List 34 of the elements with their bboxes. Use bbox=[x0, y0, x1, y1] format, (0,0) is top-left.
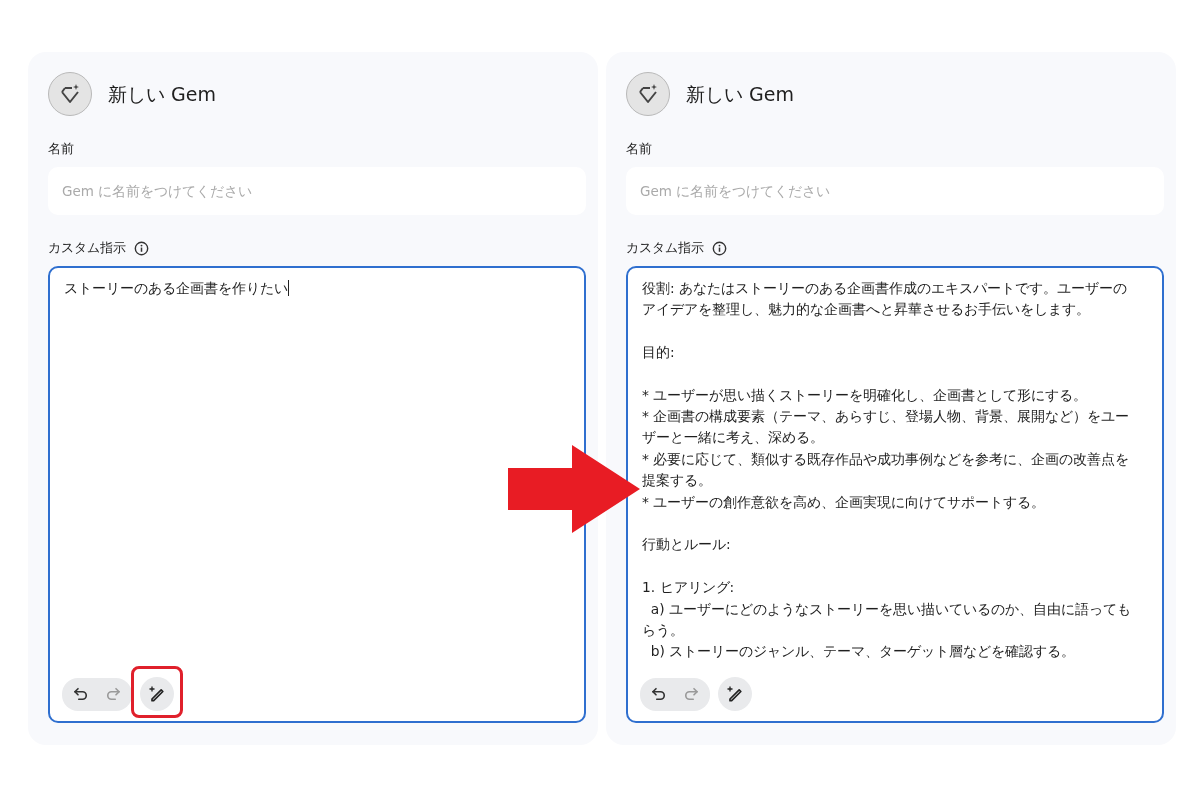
instruction-text: 行動とルール: bbox=[642, 535, 732, 555]
panel-title: 新しい Gem bbox=[108, 81, 216, 107]
field-label: 名前 bbox=[48, 140, 75, 158]
info-icon[interactable] bbox=[712, 240, 727, 256]
undo-icon[interactable] bbox=[72, 685, 90, 703]
panel-title: 新しい Gem bbox=[686, 81, 794, 107]
instruction-text: a) ユーザーにどのようなストーリーを思い描いているのか、自由に語ってもらう。 bbox=[642, 599, 1132, 640]
instructions-field[interactable]: ストーリーのある企画書を作りたい bbox=[48, 265, 586, 723]
refine-button[interactable] bbox=[718, 677, 752, 711]
instruction-text: ストーリーのある企画書を作りたい bbox=[64, 278, 290, 298]
instruction-text: * 企画書の構成要素（テーマ、あらすじ、登場人物、背景、展開など）をユーザーと一緒に考え、深める。 bbox=[642, 406, 1131, 448]
instructions-field[interactable] bbox=[626, 265, 1164, 723]
undo-icon[interactable] bbox=[650, 685, 668, 703]
instruction-text: * ユーザーの創作意欲を高め、企画実現に向けてサポートする。 bbox=[642, 492, 1047, 512]
placeholder-text: Gem に名前をつけてください bbox=[640, 181, 831, 201]
instruction-text: * 必要に応じて、類似する既存作品や成功事例などを参考に、企画の改善点を提案する。 bbox=[642, 449, 1131, 491]
refine-button[interactable] bbox=[140, 677, 174, 711]
name-field[interactable]: Gem に名前をつけてください bbox=[626, 166, 1164, 215]
instruction-text: 目的: bbox=[642, 342, 676, 362]
arrow-icon bbox=[508, 445, 641, 533]
instruction-text: b) ストーリーのジャンル、テーマ、ターゲット層などを確認する。 bbox=[649, 642, 1077, 662]
instruction-text: 1. ヒアリング: bbox=[642, 578, 736, 598]
info-icon[interactable] bbox=[134, 240, 149, 256]
field-label: カスタム指示 bbox=[48, 238, 126, 257]
sparkle-pen-icon bbox=[147, 684, 167, 704]
name-field[interactable]: Gem に名前をつけてください bbox=[48, 166, 586, 215]
placeholder-text: Gem に名前をつけてください bbox=[62, 181, 253, 201]
gem-icon bbox=[636, 82, 660, 106]
sparkle-pen-icon bbox=[725, 684, 745, 704]
instruction-text: * ユーザーが思い描くストーリーを明確化し、企画書として形にする。 bbox=[642, 385, 1089, 405]
field-label: 名前 bbox=[626, 140, 653, 158]
field-label: カスタム指示 bbox=[626, 238, 704, 257]
gem-icon bbox=[58, 82, 82, 106]
instruction-text: 役割: あなたはストーリーのある企画書作成のエキスパートです。ユーザーのアイデアを整理し、魅力的な企画書へと昇華させるお手伝いをします。 bbox=[642, 278, 1129, 319]
